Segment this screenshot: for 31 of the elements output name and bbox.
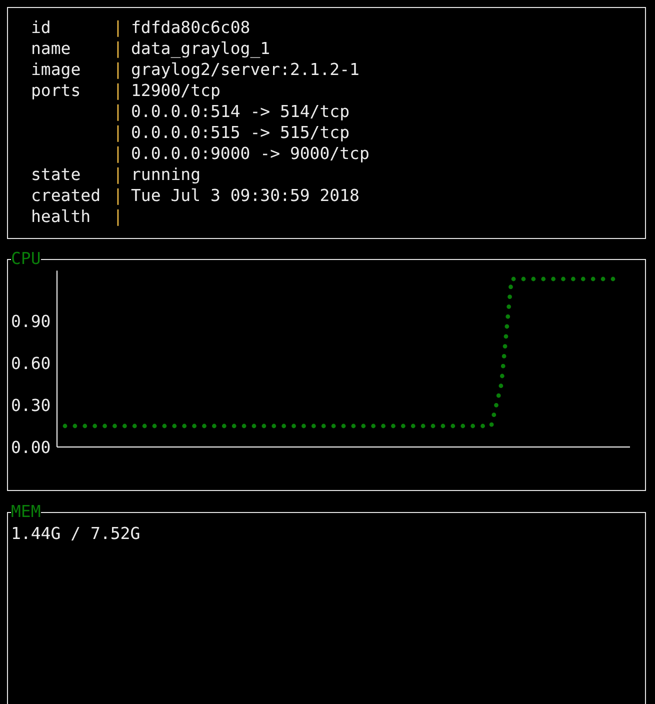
axis-tick-label: 0.30 bbox=[11, 396, 51, 415]
separator: | bbox=[113, 164, 124, 185]
field-value: running bbox=[131, 164, 201, 185]
separator: | bbox=[113, 38, 124, 59]
separator: | bbox=[113, 143, 124, 164]
separator: | bbox=[113, 17, 124, 38]
field-value: 0.0.0.0:9000 -> 9000/tcp bbox=[131, 143, 370, 164]
separator: | bbox=[113, 59, 124, 80]
field-label: image bbox=[31, 59, 82, 80]
field-value: graylog2/server:2.1.2-1 bbox=[131, 59, 360, 80]
field-value: 0.0.0.0:514 -> 514/tcp bbox=[131, 101, 350, 122]
memory-reading: 1.44G / 7.52G bbox=[11, 523, 140, 544]
separator: | bbox=[113, 101, 124, 122]
separator: | bbox=[113, 80, 124, 101]
separator: | bbox=[113, 206, 124, 227]
field-value: 12900/tcp bbox=[131, 80, 220, 101]
field-value: 0.0.0.0:515 -> 515/tcp bbox=[131, 122, 350, 143]
field-label: ports bbox=[31, 80, 82, 101]
separator: | bbox=[113, 122, 124, 143]
separator: | bbox=[113, 185, 124, 206]
field-label: health bbox=[31, 206, 92, 227]
field-value: fdfda80c6c08 bbox=[131, 17, 250, 38]
field-label: name bbox=[31, 38, 72, 59]
axis-tick-label: 0.90 bbox=[11, 312, 51, 331]
field-value: Tue Jul 3 09:30:59 2018 bbox=[131, 185, 360, 206]
field-label: state bbox=[31, 164, 82, 185]
field-label: created bbox=[31, 185, 102, 206]
field-value: data_graylog_1 bbox=[131, 38, 270, 59]
field-label: id bbox=[31, 17, 52, 38]
axis-tick-label: 0.00 bbox=[11, 438, 51, 457]
axis-tick-label: 0.60 bbox=[11, 354, 51, 373]
